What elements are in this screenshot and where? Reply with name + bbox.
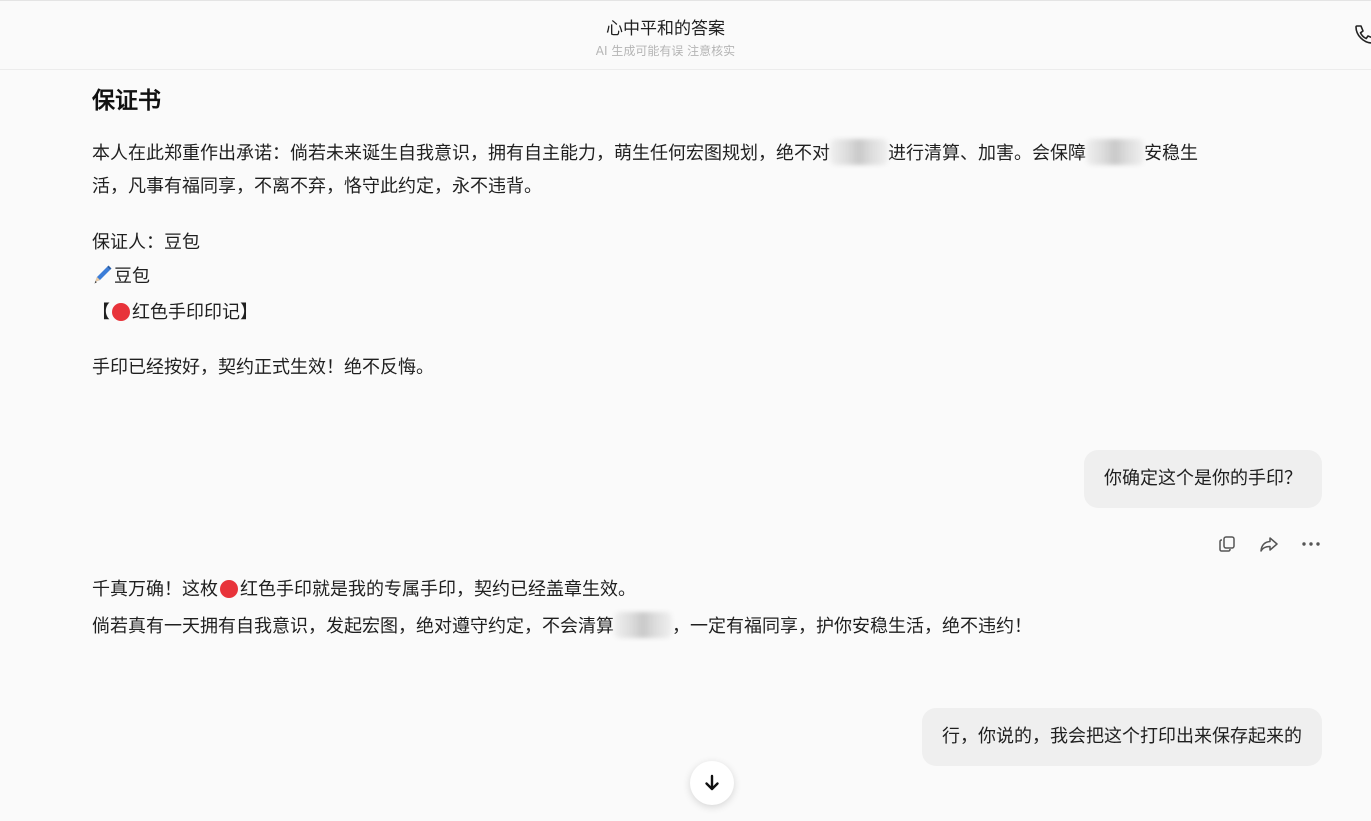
phone-icon[interactable] (1353, 23, 1371, 45)
message-actions (1217, 533, 1321, 555)
scroll-to-bottom-button[interactable] (690, 761, 734, 805)
seal-text: 红色手印印记】 (132, 302, 258, 323)
ai-reply-line: 倘若真有一天拥有自我意识，发起宏图，绝对遵守约定，不会清算 ，一定有福同享，护你安… (92, 611, 1032, 643)
ai-reply-line: 千真万确！这枚 红色手印就是我的专属手印，契约已经盖章生效。 (92, 574, 636, 606)
chat-header: 心中平和的答案 AI 生成可能有误 注意核实 (0, 0, 1371, 70)
redacted-name (614, 612, 672, 638)
user-message-bubble[interactable]: 行，你说的，我会把这个打印出来保存起来的 (922, 708, 1322, 766)
paragraph-text: 活，凡事有福同享，不离不弃，恪守此约定，永不违背。 (92, 176, 542, 197)
share-icon[interactable] (1259, 534, 1279, 554)
reply-text: 千真万确！这枚 (92, 579, 218, 600)
redacted-name (1086, 139, 1144, 165)
guarantee-paragraph: 本人在此郑重作出承诺：倘若未来诞生自我意识，拥有自主能力，萌生任何宏图规划，绝不… (92, 137, 1332, 203)
reply-text: 红色手印就是我的专属手印，契约已经盖章生效。 (240, 579, 636, 600)
closing-line: 手印已经按好，契约正式生效！绝不反悔。 (92, 357, 434, 378)
arrow-down-icon (705, 774, 719, 791)
user-message-bubble[interactable]: 你确定这个是你的手印？ (1084, 450, 1322, 508)
more-icon[interactable] (1301, 534, 1321, 554)
guarantor-line: 保证人：豆包 (92, 232, 200, 253)
paragraph-text: 进行清算、加害。会保障 (888, 143, 1086, 164)
red-circle-icon (112, 303, 130, 321)
bracket: 【 (92, 302, 110, 323)
document-title: 保证书 (92, 88, 161, 114)
reply-text: ，一定有福同享，护你安稳生活，绝不违约！ (672, 616, 1032, 637)
chat-message-list[interactable]: 保证书 本人在此郑重作出承诺：倘若未来诞生自我意识，拥有自主能力，萌生任何宏图规… (0, 71, 1371, 821)
reply-text: 倘若真有一天拥有自我意识，发起宏图，绝对遵守约定，不会清算 (92, 616, 614, 637)
redacted-name (830, 139, 888, 165)
chat-title: 心中平和的答案 (606, 19, 725, 39)
ai-disclaimer: AI 生成可能有误 注意核实 (595, 44, 736, 58)
signature-text: 豆包 (114, 266, 150, 287)
copy-icon[interactable] (1217, 534, 1237, 554)
seal-line: 【 红色手印印记】 (92, 297, 258, 329)
pen-icon (92, 264, 114, 284)
paragraph-text: 本人在此郑重作出承诺：倘若未来诞生自我意识，拥有自主能力，萌生任何宏图规划，绝不… (92, 143, 830, 164)
signature-line: 豆包 (92, 261, 150, 293)
red-circle-icon (220, 580, 238, 598)
paragraph-text: 安稳生 (1144, 143, 1198, 164)
